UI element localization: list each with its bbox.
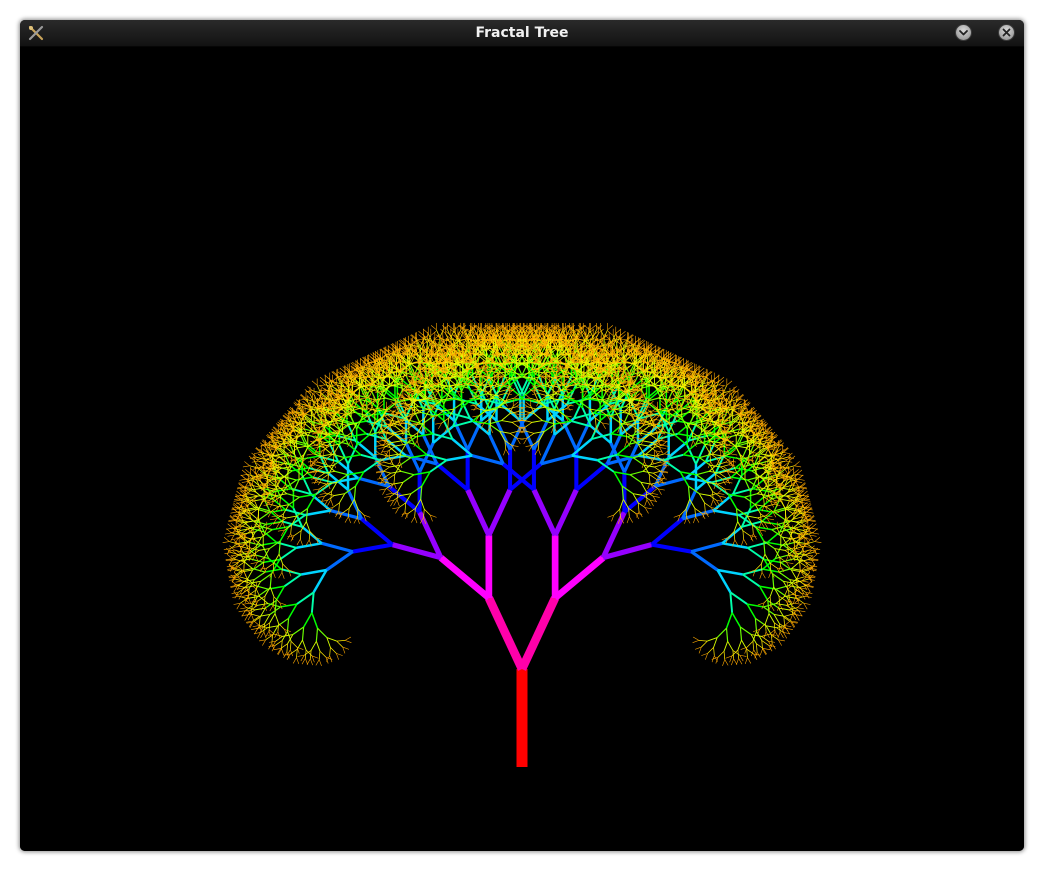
branch-level-1	[484, 596, 560, 671]
title-bar[interactable]: Fractal Tree	[20, 20, 1024, 47]
branch-level-8	[260, 359, 784, 629]
close-button[interactable]	[998, 24, 1015, 41]
fractal-tree-drawing	[222, 322, 822, 767]
branch-level-10	[237, 337, 807, 652]
chevron-down-icon	[959, 30, 968, 36]
window-title: Fractal Tree	[475, 25, 569, 41]
minimize-button[interactable]	[955, 24, 972, 41]
close-icon	[1002, 28, 1011, 37]
branch-level-3	[391, 488, 653, 561]
branch-level-2	[438, 535, 606, 601]
app-window: Fractal Tree	[20, 20, 1024, 851]
branch-level-4	[352, 449, 692, 554]
fractal-canvas[interactable]	[20, 47, 1024, 851]
